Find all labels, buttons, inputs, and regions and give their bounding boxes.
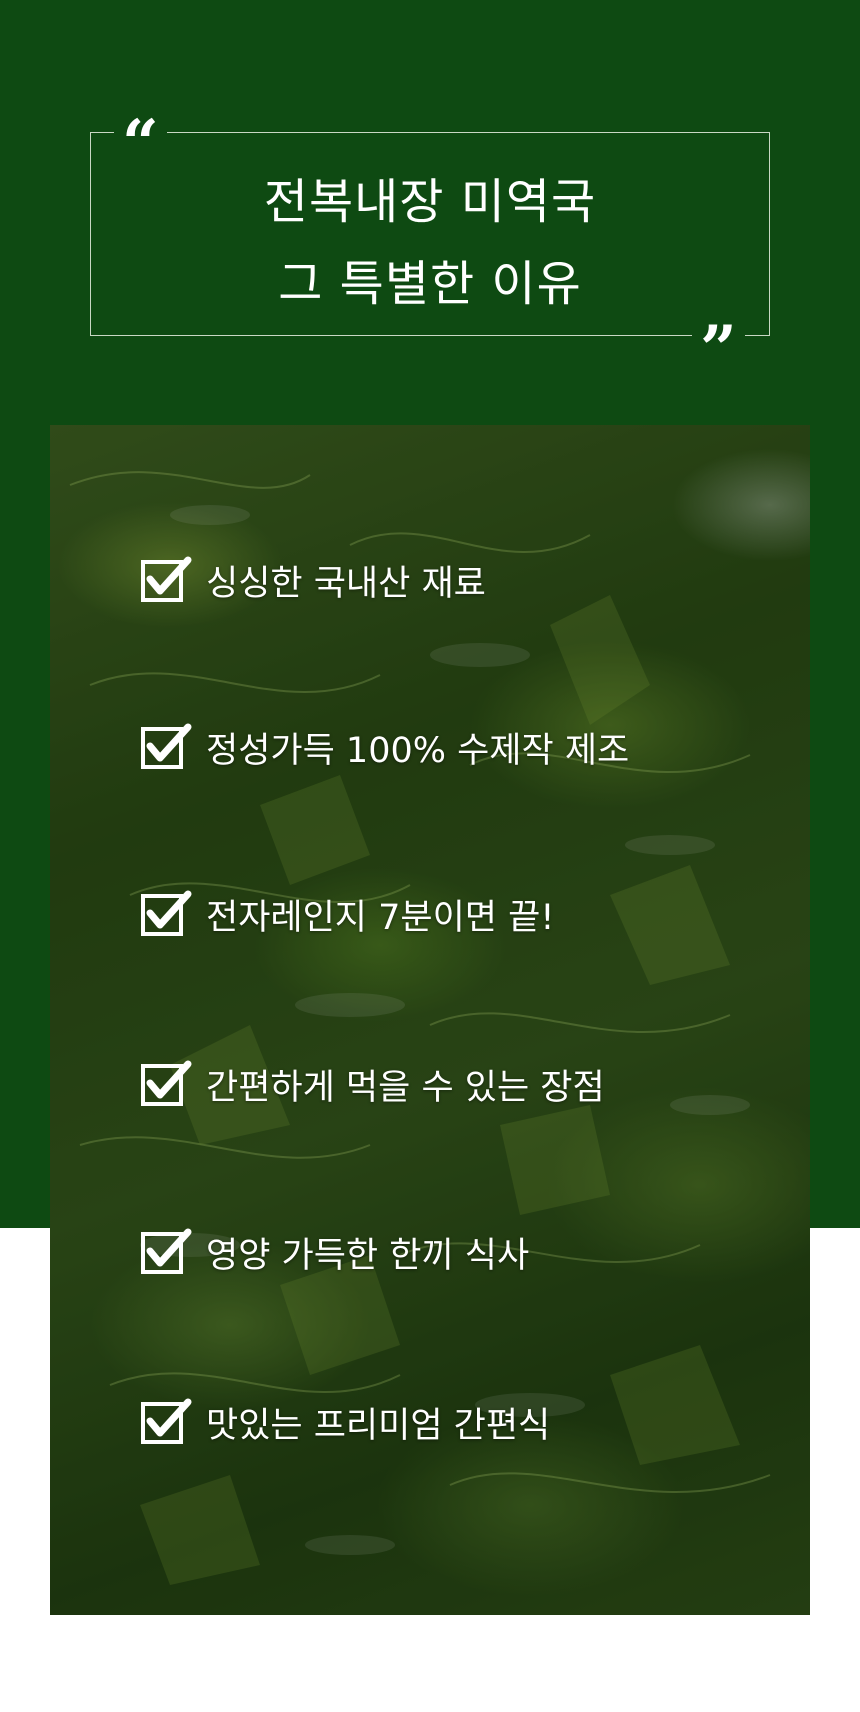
checkbox-checked-icon bbox=[140, 888, 192, 940]
checkbox-checked-icon bbox=[140, 721, 192, 773]
feature-label: 간편하게 먹을 수 있는 장점 bbox=[206, 1067, 605, 1108]
checkbox-checked-icon bbox=[140, 1058, 192, 1110]
close-quote-icon: ” bbox=[692, 318, 745, 358]
feature-item: 정성가득 100% 수제작 제조 bbox=[140, 719, 629, 775]
checkbox-checked-icon bbox=[140, 554, 192, 606]
feature-label: 영양 가득한 한끼 식사 bbox=[206, 1235, 530, 1276]
open-quote-icon: “ bbox=[114, 112, 167, 152]
feature-label: 맛있는 프리미엄 간편식 bbox=[206, 1405, 551, 1446]
checkbox-checked-icon bbox=[140, 1226, 192, 1278]
feature-item: 영양 가득한 한끼 식사 bbox=[140, 1224, 529, 1280]
page-title-line-1: 전복내장 미역국 bbox=[263, 174, 597, 230]
feature-label: 정성가득 100% 수제작 제조 bbox=[206, 730, 630, 771]
feature-item: 맛있는 프리미엄 간편식 bbox=[140, 1394, 550, 1450]
page-title-line-2: 그 특별한 이유 bbox=[278, 256, 582, 312]
feature-item: 전자레인지 7분이면 끝! bbox=[140, 886, 554, 942]
checkbox-checked-icon bbox=[140, 1396, 192, 1448]
feature-label: 싱싱한 국내산 재료 bbox=[206, 563, 486, 604]
feature-label: 전자레인지 7분이면 끝! bbox=[206, 897, 555, 938]
feature-item: 간편하게 먹을 수 있는 장점 bbox=[140, 1056, 605, 1112]
feature-item: 싱싱한 국내산 재료 bbox=[140, 552, 486, 608]
